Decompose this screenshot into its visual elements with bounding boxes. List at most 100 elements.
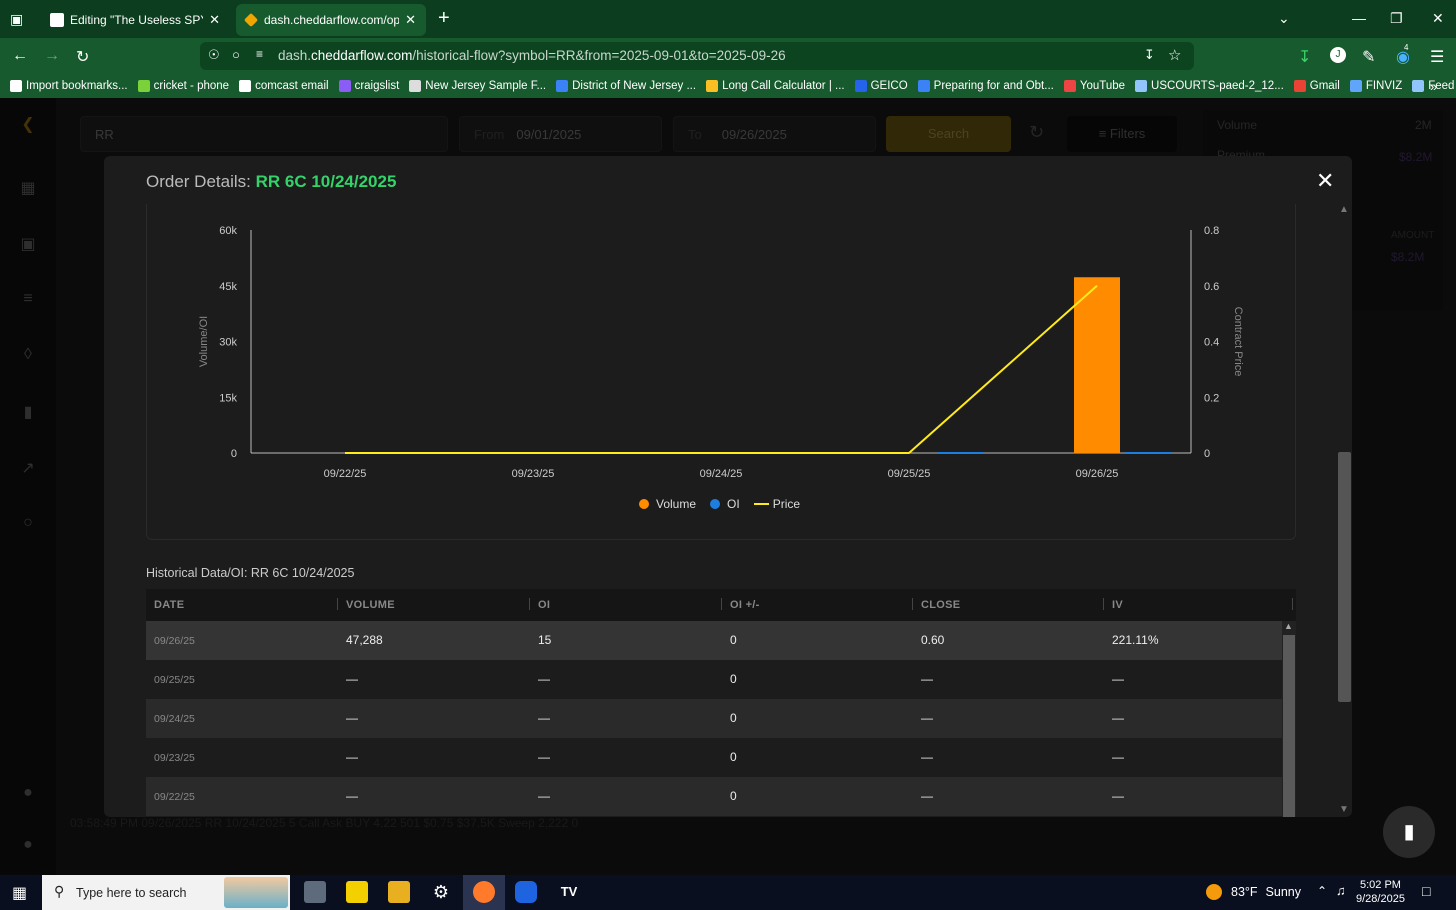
- shield-icon[interactable]: ☉: [208, 47, 220, 63]
- scroll-up-icon[interactable]: ▲: [1339, 204, 1349, 215]
- weather-widget[interactable]: 83°F Sunny: [1206, 884, 1301, 900]
- table-scroll-thumb[interactable]: [1283, 635, 1295, 817]
- chat-bubble-icon[interactable]: ▮: [1383, 806, 1435, 858]
- modal-scroll-thumb[interactable]: [1338, 452, 1351, 702]
- legend-item[interactable]: Volume: [639, 497, 696, 511]
- menu-icon[interactable]: ☰: [1430, 47, 1444, 67]
- taskbar-search-box[interactable]: ⚲ Type here to search: [42, 875, 290, 910]
- bookmark-star-icon[interactable]: ☆: [1168, 46, 1181, 64]
- bookmark-item[interactable]: YouTube: [1063, 80, 1125, 92]
- bookmark-item[interactable]: Import bookmarks...: [10, 80, 128, 92]
- permissions-icon[interactable]: ≡: [256, 47, 263, 61]
- column-divider[interactable]: [912, 598, 913, 610]
- table-row[interactable]: 09/25/25 — — 0 — —: [146, 660, 1282, 699]
- table-cell: 09/26/25: [154, 635, 195, 647]
- table-scrollbar[interactable]: ▲: [1282, 621, 1296, 817]
- modal-scrollbar[interactable]: ▲ ▼: [1337, 204, 1351, 817]
- new-tab-icon[interactable]: +: [438, 8, 450, 28]
- table-cell: 0: [730, 672, 737, 686]
- reload-icon[interactable]: ↻: [76, 47, 89, 67]
- tab-editing-report[interactable]: Editing "The Useless SPY Report" ✕: [40, 4, 230, 36]
- file-explorer-icon[interactable]: [388, 881, 410, 903]
- notifications-icon[interactable]: □: [1422, 883, 1430, 899]
- close-modal-button[interactable]: ✕: [1316, 168, 1334, 194]
- bookmark-item[interactable]: Preparing for and Obt...: [917, 80, 1054, 92]
- tradingview-icon[interactable]: TV: [558, 881, 580, 903]
- volume-icon[interactable]: ♫: [1336, 883, 1346, 898]
- column-header[interactable]: CLOSE: [921, 599, 960, 611]
- table-cell: —: [1112, 750, 1124, 764]
- column-divider[interactable]: [529, 598, 530, 610]
- column-header[interactable]: VOLUME: [346, 599, 395, 611]
- bookmarks-overflow-icon[interactable]: »: [1430, 79, 1437, 94]
- bookmark-item[interactable]: New Jersey Sample F...: [409, 80, 546, 92]
- taskbar-clock[interactable]: 5:02 PM 9/28/2025: [1356, 878, 1405, 906]
- table-body: 09/26/25 47,288 15 0 0.60 221.11% 09/25/25 — — 0 —…: [146, 621, 1296, 816]
- column-divider: [1292, 598, 1293, 610]
- bookmark-item[interactable]: District of New Jersey ...: [556, 80, 696, 92]
- table-row[interactable]: 09/23/25 — — 0 — —: [146, 738, 1282, 777]
- column-header[interactable]: DATE: [154, 599, 184, 611]
- tab-cheddarflow[interactable]: dash.cheddarflow.com/options- ✕: [236, 4, 426, 36]
- mail-app-icon[interactable]: [515, 881, 537, 903]
- column-header[interactable]: OI: [538, 599, 550, 611]
- column-header[interactable]: OI +/-: [730, 599, 760, 611]
- minimize-icon[interactable]: —: [1352, 10, 1366, 26]
- url-text[interactable]: dash.cheddarflow.com/historical-flow?sym…: [278, 48, 786, 63]
- bookmark-label: GEICO: [870, 80, 908, 92]
- chart-card: 0 15k 30k 45k 60k 0 0.2 0.4 0.6 0.8 09/22/25 09/23/…: [146, 204, 1296, 540]
- windows-start-icon[interactable]: ▦: [12, 883, 27, 903]
- table-cell: 0: [730, 633, 737, 647]
- bookmark-item[interactable]: GEICO: [854, 80, 908, 92]
- bookmark-item[interactable]: craigslist: [338, 80, 399, 92]
- table-row[interactable]: 09/22/25 — — 0 — —: [146, 777, 1282, 816]
- url-prefix: dash.: [278, 48, 312, 63]
- table-cell: 47,288: [346, 633, 383, 647]
- volume-oi-price-chart: 0 15k 30k 45k 60k 0 0.2 0.4 0.6 0.8 09/22/25 09/23/…: [198, 225, 1244, 480]
- bookmark-item[interactable]: Long Call Calculator | ...: [706, 80, 845, 92]
- table-cell: —: [538, 711, 550, 725]
- close-tab-icon[interactable]: ✕: [209, 12, 220, 28]
- lock-icon[interactable]: ○: [232, 47, 240, 62]
- close-tab-icon[interactable]: ✕: [405, 12, 416, 28]
- bookmark-item[interactable]: FINVIZ: [1349, 80, 1402, 92]
- firefox-icon[interactable]: [473, 881, 495, 903]
- sticky-notes-icon[interactable]: [346, 881, 368, 903]
- bookmark-label: District of New Jersey ...: [572, 80, 697, 92]
- bookmark-item[interactable]: cricket - phone: [137, 80, 229, 92]
- bookmark-item[interactable]: comcast email: [239, 80, 329, 92]
- downloads-icon[interactable]: ↧: [1298, 47, 1311, 67]
- window-close-icon[interactable]: ✕: [1432, 10, 1444, 27]
- legend-item[interactable]: Price: [753, 497, 800, 511]
- scroll-up-icon[interactable]: ▲: [1284, 621, 1293, 631]
- account-icon[interactable]: J: [1330, 47, 1346, 63]
- table-row[interactable]: 09/26/25 47,288 15 0 0.60 221.11%: [146, 621, 1282, 660]
- table-row[interactable]: 09/24/25 — — 0 — —: [146, 699, 1282, 738]
- bookmark-item[interactable]: Gmail: [1293, 80, 1340, 92]
- table-cell: —: [1112, 672, 1124, 686]
- save-page-icon[interactable]: ↧: [1144, 47, 1155, 63]
- calculator-icon[interactable]: [304, 881, 326, 903]
- back-icon[interactable]: ←: [12, 47, 28, 65]
- clock-time: 5:02 PM: [1359, 879, 1401, 891]
- forward-icon[interactable]: →: [44, 47, 60, 65]
- x-tick-label: 09/25/25: [888, 468, 931, 480]
- y2-tick-label: 0.4: [1204, 337, 1219, 349]
- legend-item[interactable]: OI: [710, 497, 740, 511]
- url-path: /historical-flow?symbol=RR&from=2025-09-…: [412, 48, 786, 63]
- tab-overflow-chevron-icon[interactable]: ⌄: [1278, 10, 1290, 27]
- column-divider[interactable]: [721, 598, 722, 610]
- y2-tick-label: 0.6: [1204, 281, 1219, 293]
- settings-gear-icon[interactable]: ⚙: [430, 881, 452, 903]
- bookmark-item[interactable]: USCOURTS-paed-2_12...: [1135, 80, 1284, 92]
- scroll-down-icon[interactable]: ▼: [1339, 804, 1349, 815]
- tray-chevron-icon[interactable]: ⌃: [1317, 884, 1327, 898]
- column-header[interactable]: IV: [1112, 599, 1123, 611]
- tab-list-icon[interactable]: ▣: [10, 11, 23, 28]
- restore-icon[interactable]: ❐: [1390, 10, 1403, 27]
- column-divider[interactable]: [1103, 598, 1104, 610]
- address-bar[interactable]: ☉ ○ ≡ dash.cheddarflow.com/historical-fl…: [200, 42, 1194, 70]
- extensions-icon[interactable]: ✎: [1362, 47, 1375, 67]
- column-divider[interactable]: [337, 598, 338, 610]
- table-cell: —: [346, 672, 358, 686]
